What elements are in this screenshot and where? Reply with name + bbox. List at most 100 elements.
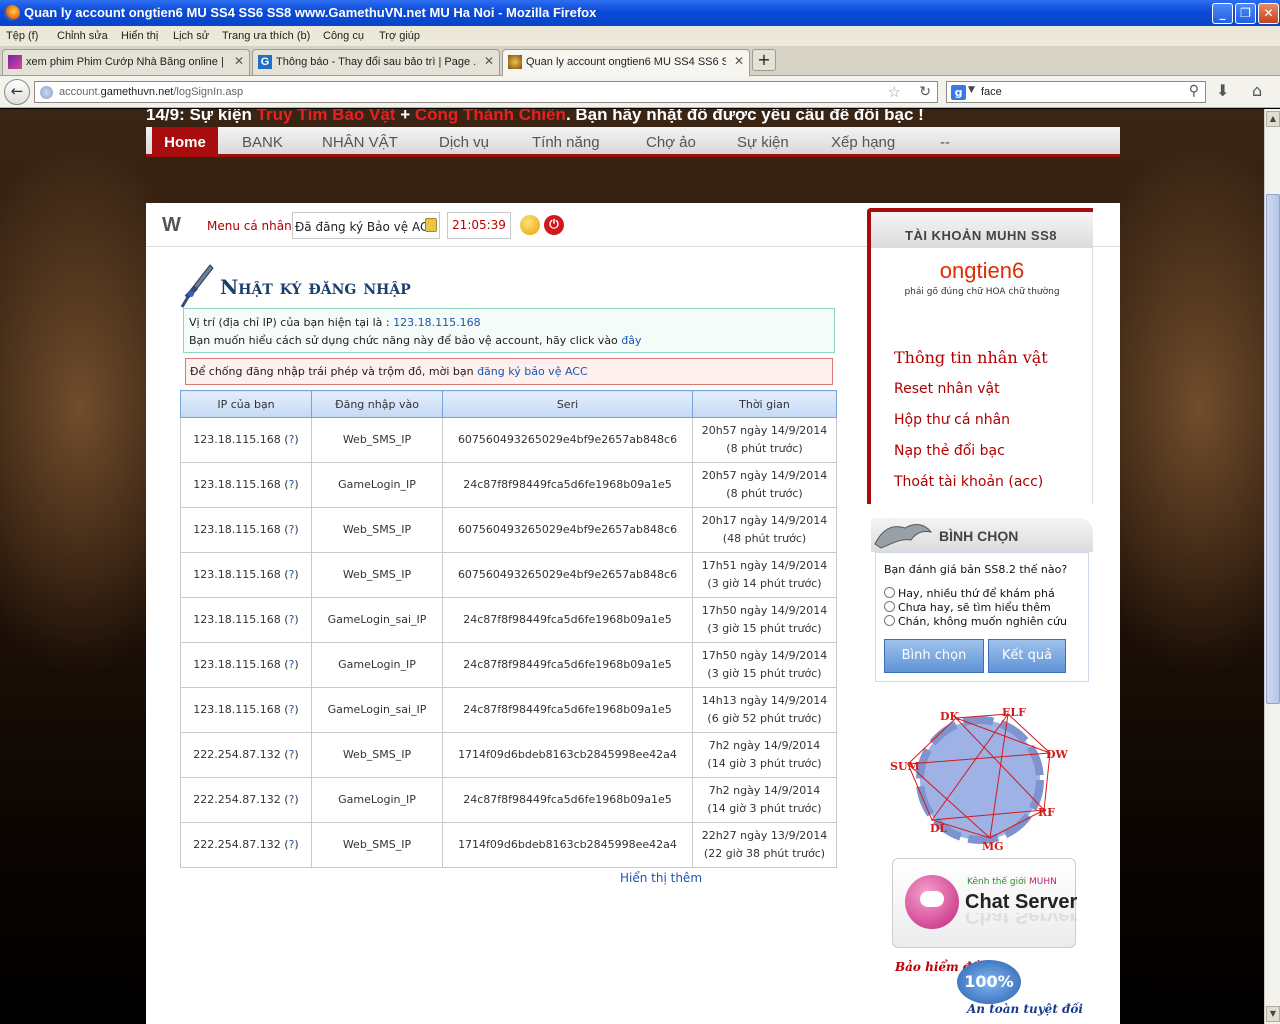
ip-lookup-link[interactable]: ? bbox=[289, 568, 295, 581]
minimize-button[interactable]: _ bbox=[1212, 3, 1233, 24]
register-protection-link[interactable]: đăng ký bảo vệ ACC bbox=[477, 365, 588, 378]
menubar: Tệp (f) Chỉnh sửa Hiển thị Lịch sử Trang… bbox=[0, 26, 1280, 46]
back-button[interactable]: ← bbox=[4, 79, 30, 105]
ip-info-box: Vị trí (địa chỉ IP) của bạn hiện tại là … bbox=[183, 308, 835, 353]
new-tab-button[interactable]: + bbox=[752, 49, 776, 71]
nav-features[interactable]: Tính năng bbox=[532, 134, 600, 151]
table-row: 222.254.87.132 (?) Web_SMS_IP 1714f09d6bde… bbox=[180, 732, 837, 778]
search-input[interactable]: face bbox=[981, 86, 1002, 98]
ip-lookup-link[interactable]: ? bbox=[289, 748, 295, 761]
ip-lookup-link[interactable]: ? bbox=[289, 613, 295, 626]
vote-panel: Bạn đánh giá bản SS8.2 thế nào? Hay, nhi… bbox=[875, 552, 1089, 682]
google-icon[interactable]: g bbox=[951, 85, 966, 100]
help-link[interactable]: đây bbox=[621, 334, 641, 347]
page-viewport: 14/9: Sự kiện Truy Tìm Bảo Vật + Công Th… bbox=[0, 109, 1264, 1024]
chat-banner-title: Chat Server bbox=[965, 891, 1078, 913]
vote-option[interactable]: Chưa hay, sẽ tìm hiểu thêm bbox=[884, 601, 1051, 614]
tab-notice[interactable]: G Thông báo - Thay đổi sau bảo trì | Pag… bbox=[252, 49, 500, 75]
col-time: Thời gian bbox=[692, 390, 837, 418]
show-more-link[interactable]: Hiển thị thêm bbox=[620, 871, 702, 885]
tab-close-icon[interactable]: ✕ bbox=[234, 54, 244, 68]
table-row: 123.18.115.168 (?) Web_SMS_IP 607560493265… bbox=[180, 417, 837, 463]
tab-movie[interactable]: xem phim Phim Cướp Nhà Băng online | T..… bbox=[2, 49, 250, 75]
lock-icon bbox=[425, 218, 437, 232]
page-scrollbar[interactable]: ▲ ▼ bbox=[1264, 109, 1280, 1024]
close-window-button[interactable]: ✕ bbox=[1258, 3, 1279, 24]
search-icon[interactable]: ⚲ bbox=[1189, 83, 1199, 99]
address-url[interactable]: account.gamethuvn.net/logSignIn.asp bbox=[59, 86, 243, 98]
menu-bookmarks[interactable]: Trang ưa thích (b) bbox=[222, 30, 310, 42]
event-announcement: 14/9: Sự kiện Truy Tìm Bảo Vật + Công Th… bbox=[146, 109, 924, 124]
logout-power-icon[interactable]: ⏻ bbox=[544, 215, 564, 235]
menu-edit[interactable]: Chỉnh sửa bbox=[57, 30, 108, 42]
smiley-icon[interactable] bbox=[520, 215, 540, 235]
insurance-banner[interactable]: Bảo hiểm đồ 100% An toàn tuyệt đối bbox=[889, 958, 1083, 1020]
vote-question: Bạn đánh giá bản SS8.2 thế nào? bbox=[884, 563, 1068, 576]
chevron-down-icon[interactable]: ▼ bbox=[968, 85, 975, 95]
current-ip-link[interactable]: 123.18.115.168 bbox=[393, 316, 480, 329]
nav-market[interactable]: Chợ ảo bbox=[646, 134, 696, 151]
navigation-bar: ← account.gamethuvn.net/logSignIn.asp ☆ … bbox=[0, 76, 1280, 108]
vote-header: BÌNH CHỌN bbox=[871, 518, 1093, 552]
class-relation-diagram: DK ELF DW RF MG DL SUM bbox=[890, 706, 1069, 853]
address-bar[interactable]: account.gamethuvn.net/logSignIn.asp ☆ ↻ bbox=[34, 81, 938, 103]
cell-seri: 24c87f8f98449fca5d6fe1968b09a1e5 bbox=[442, 642, 693, 688]
cell-seri: 1714f09d6bdeb8163cb2845998ee42a4 bbox=[442, 732, 693, 778]
ip-lookup-link[interactable]: ? bbox=[289, 523, 295, 536]
dragon-icon bbox=[874, 524, 933, 549]
menu-history[interactable]: Lịch sử bbox=[173, 30, 209, 42]
tab-account-log[interactable]: Quan ly account ongtien6 MU SS4 SS6 SS..… bbox=[502, 49, 750, 77]
chat-server-banner[interactable]: Kênh thế giới MUHN Chat Server Chat Serv… bbox=[892, 858, 1078, 948]
ip-lookup-link[interactable]: ? bbox=[289, 478, 295, 491]
nav-more[interactable]: -- bbox=[940, 134, 950, 151]
results-button[interactable]: Kết quả bbox=[988, 639, 1066, 673]
content-panel: W Menu cá nhân Đã đăng ký Bảo vệ ACC 21:… bbox=[146, 203, 1120, 1024]
radio-icon[interactable] bbox=[884, 587, 895, 598]
menu-view[interactable]: Hiển thị bbox=[121, 30, 158, 42]
link-mailbox[interactable]: Hộp thư cá nhân bbox=[894, 412, 1010, 428]
site-logo[interactable]: W bbox=[162, 214, 181, 237]
nav-bank[interactable]: BANK bbox=[242, 134, 283, 151]
vote-option[interactable]: Hay, nhiều thứ để khám phá bbox=[884, 587, 1055, 600]
cell-time: 17h51 ngày 14/9/2014 (3 giờ 14 phút trước… bbox=[692, 552, 837, 598]
link-character-info[interactable]: Thông tin nhân vật bbox=[894, 348, 1048, 367]
nav-character[interactable]: NHÂN VẬT bbox=[322, 134, 398, 151]
menu-help[interactable]: Trợ giúp bbox=[379, 30, 420, 42]
nav-services[interactable]: Dịch vụ bbox=[439, 134, 489, 151]
nav-ranking[interactable]: Xếp hạng bbox=[831, 134, 895, 151]
nav-events[interactable]: Sự kiện bbox=[737, 134, 789, 151]
radio-icon[interactable] bbox=[884, 601, 895, 612]
reload-icon[interactable]: ↻ bbox=[919, 84, 931, 100]
vote-button[interactable]: Bình chọn bbox=[884, 639, 984, 673]
link-reset-character[interactable]: Reset nhân vật bbox=[894, 381, 1000, 397]
radio-icon[interactable] bbox=[884, 615, 895, 626]
cell-time: 17h50 ngày 14/9/2014 (3 giờ 15 phút trước… bbox=[692, 642, 837, 688]
search-bar[interactable]: g ▼ face ⚲ bbox=[946, 81, 1206, 103]
ip-lookup-link[interactable]: ? bbox=[289, 838, 295, 851]
menu-tools[interactable]: Công cụ bbox=[323, 30, 364, 42]
tab-label: xem phim Phim Cướp Nhà Băng online | T..… bbox=[26, 56, 226, 68]
gamethuvn-g-icon: G bbox=[258, 55, 272, 69]
bookmark-star-icon[interactable]: ☆ bbox=[888, 83, 901, 101]
scroll-up-arrow[interactable]: ▲ bbox=[1266, 111, 1280, 127]
nav-home[interactable]: Home bbox=[152, 127, 218, 157]
scroll-down-arrow[interactable]: ▼ bbox=[1266, 1006, 1280, 1022]
table-row: 123.18.115.168 (?) GameLogin_sai_IP 24c87f… bbox=[180, 597, 837, 643]
ip-lookup-link[interactable]: ? bbox=[289, 703, 295, 716]
tab-close-icon[interactable]: ✕ bbox=[484, 54, 494, 68]
home-icon[interactable]: ⌂ bbox=[1252, 81, 1262, 100]
tab-close-icon[interactable]: ✕ bbox=[734, 54, 744, 68]
link-topup[interactable]: Nạp thẻ đổi bạc bbox=[894, 443, 1005, 459]
link-logout[interactable]: Thoát tài khoản (acc) bbox=[894, 474, 1043, 490]
maximize-button[interactable]: ❐ bbox=[1235, 3, 1256, 24]
scroll-thumb[interactable] bbox=[1266, 194, 1280, 704]
cell-ip: 123.18.115.168 (?) bbox=[180, 687, 312, 733]
vote-option[interactable]: Chán, không muốn nghiên cứu bbox=[884, 615, 1067, 628]
download-icon[interactable]: ⬇ bbox=[1216, 81, 1229, 100]
ip-lookup-link[interactable]: ? bbox=[289, 658, 295, 671]
cell-target: Web_SMS_IP bbox=[311, 417, 443, 463]
personal-menu-link[interactable]: Menu cá nhân bbox=[207, 219, 292, 233]
ip-lookup-link[interactable]: ? bbox=[289, 793, 295, 806]
ip-lookup-link[interactable]: ? bbox=[289, 433, 295, 446]
menu-file[interactable]: Tệp (f) bbox=[6, 30, 38, 42]
